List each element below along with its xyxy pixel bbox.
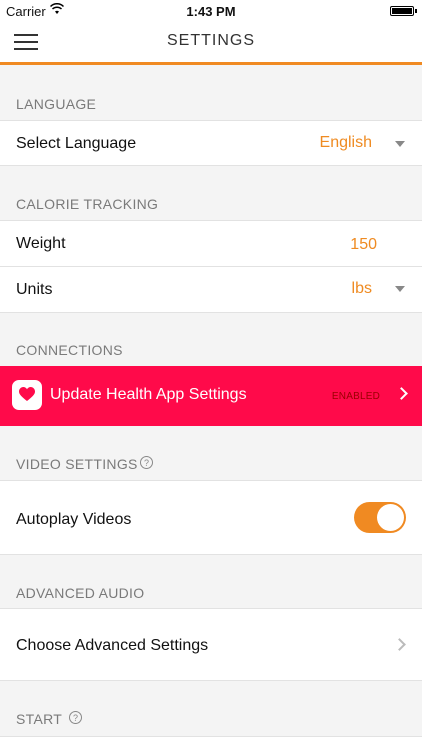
chevron-down-icon xyxy=(395,141,405,147)
autoplay-videos-row: Autoplay Videos xyxy=(0,480,422,555)
section-header-video-settings: VIDEO SETTINGS xyxy=(16,456,138,472)
chevron-right-icon xyxy=(393,638,406,651)
nav-bar: SETTINGS xyxy=(0,22,422,65)
section-header-connections: CONNECTIONS xyxy=(16,342,123,358)
weight-label: Weight xyxy=(16,235,66,252)
health-app-row[interactable]: Update Health App Settings ENABLED xyxy=(0,366,422,426)
section-header-start: START xyxy=(16,711,63,727)
units-value: lbs xyxy=(351,280,372,297)
help-icon[interactable]: ? xyxy=(140,456,153,469)
clock: 1:43 PM xyxy=(186,4,236,19)
weight-value[interactable]: 150 xyxy=(350,236,377,254)
choose-advanced-settings-label: Choose Advanced Settings xyxy=(16,637,209,654)
units-row[interactable]: Units lbs xyxy=(0,267,422,313)
help-icon[interactable]: ? xyxy=(69,711,82,724)
health-app-label: Update Health App Settings xyxy=(50,386,247,403)
select-language-label: Select Language xyxy=(16,135,137,152)
page-title: SETTINGS xyxy=(166,32,255,49)
autoplay-videos-label: Autoplay Videos xyxy=(16,511,132,528)
battery-icon xyxy=(390,6,417,16)
status-bar: Carrier 1:43 PM xyxy=(0,0,422,22)
section-header-advanced-audio: ADVANCED AUDIO xyxy=(16,585,145,601)
toggle-knob xyxy=(377,504,404,531)
language-value: English xyxy=(319,134,372,151)
choose-advanced-settings-row[interactable]: Choose Advanced Settings xyxy=(0,608,422,681)
health-status-badge: ENABLED xyxy=(331,391,380,402)
weight-row[interactable]: Weight 150 xyxy=(0,220,422,267)
chevron-down-icon xyxy=(395,286,405,292)
health-app-icon xyxy=(12,380,42,410)
chevron-right-icon xyxy=(395,387,408,400)
section-header-calorie-tracking: CALORIE TRACKING xyxy=(16,196,159,212)
select-language-row[interactable]: Select Language English xyxy=(0,120,422,166)
units-label: Units xyxy=(16,281,53,298)
start-row[interactable] xyxy=(0,736,422,750)
section-header-language: LANGUAGE xyxy=(16,96,97,112)
autoplay-toggle[interactable] xyxy=(354,502,406,533)
